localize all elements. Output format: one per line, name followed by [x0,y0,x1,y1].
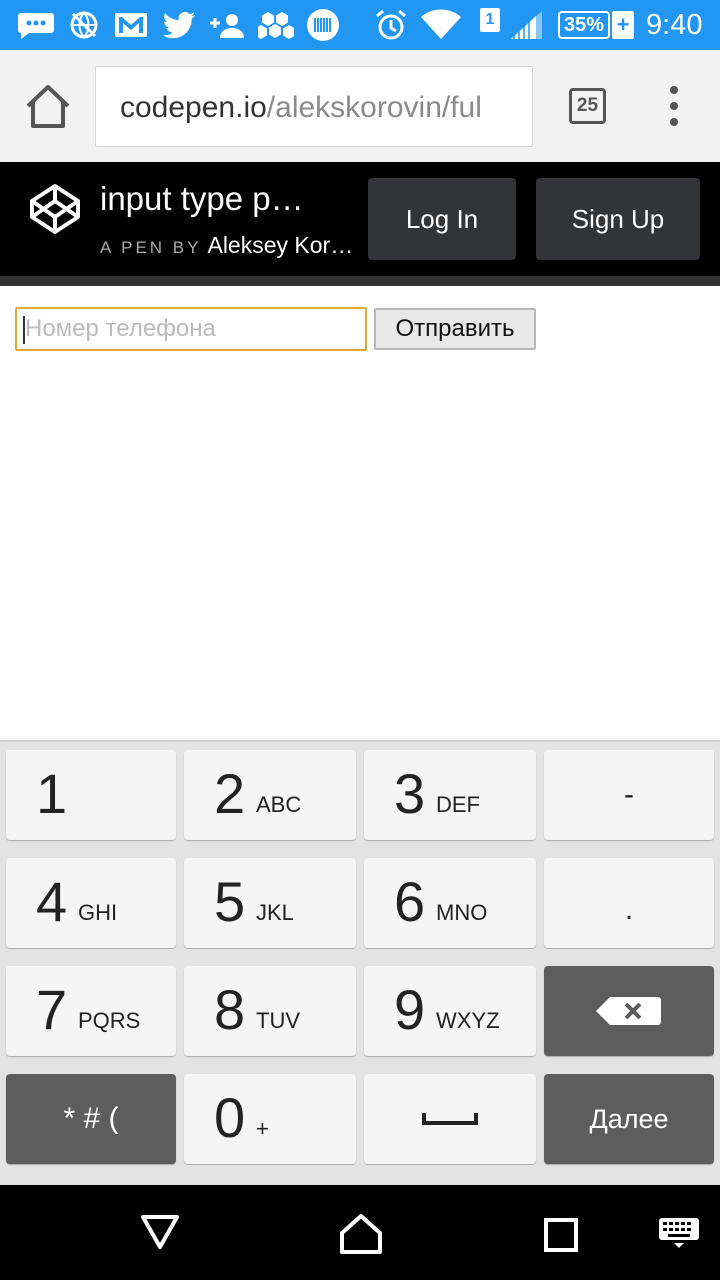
space-icon [364,1074,536,1164]
codepen-logo-icon[interactable] [28,182,82,236]
phone-input[interactable]: Номер телефона [15,307,367,351]
submit-button[interactable]: Отправить [374,308,536,350]
key-digit: 0 [214,1086,246,1149]
numeric-keyboard: 1 2 ABC 3 DEF - 4 GHI 5 JKL 6 MNO . 7 PQ… [0,740,720,1185]
recents-icon [544,1218,578,1252]
pen-by-label: A PEN BY [100,238,202,257]
signal-icon [508,9,544,41]
home-button[interactable] [22,82,74,132]
tab-switcher-button[interactable]: 25 [569,88,606,124]
key-letters: JKL [256,900,294,925]
key-3[interactable]: 3 DEF [364,750,536,840]
navigation-bar [0,1185,720,1280]
backspace-icon [544,966,714,1056]
url-bar[interactable]: codepen.io/alekskorovin/ful [95,66,533,147]
overflow-menu-button[interactable] [664,86,684,126]
key-digit: 4 [36,870,68,933]
key-dash[interactable]: - [544,750,714,840]
space-key[interactable] [364,1074,536,1164]
key-symbol: * # ( [63,1102,119,1135]
key-digit: 8 [214,978,246,1041]
pen-author-link[interactable]: Aleksey Kor… [207,232,353,258]
clock: 9:40 [646,9,703,41]
key-5[interactable]: 5 JKL [184,858,356,948]
wifi-icon [420,9,462,41]
key-letters: + [256,1116,269,1141]
header-divider [0,276,720,286]
add-contact-icon [208,9,246,41]
key-dot[interactable]: . [544,858,714,948]
key-letters: WXYZ [436,1008,500,1033]
url-path: /alekskorovin/ful [266,91,482,124]
twitter-icon [162,9,196,41]
key-digit: 7 [36,978,68,1041]
pen-title: input type p… [100,180,304,217]
key-digit: 3 [394,762,426,825]
key-digit: 2 [214,762,246,825]
keyboard-switch-button[interactable] [658,1217,700,1254]
key-digit: 5 [214,870,246,933]
key-digit: 6 [394,870,426,933]
key-2[interactable]: 2 ABC [184,750,356,840]
home-nav-icon [340,1214,382,1254]
next-key[interactable]: Далее [544,1074,714,1164]
key-9[interactable]: 9 WXYZ [364,966,536,1056]
alarm-icon [374,9,408,41]
pen-byline: A PEN BY Aleksey Kor… [100,232,353,259]
battery-indicator: 35% [558,11,610,39]
browser-toolbar: codepen.io/alekskorovin/ful 25 [0,50,720,162]
home-icon [26,85,70,128]
recents-button[interactable] [543,1217,579,1258]
signup-button[interactable]: Sign Up [536,178,700,260]
codepen-header: input type p… A PEN BY Aleksey Kor… Log I… [0,162,720,276]
key-letters: GHI [78,900,118,925]
back-button[interactable] [140,1213,180,1256]
next-key-label: Далее [589,1103,669,1134]
key-6[interactable]: 6 MNO [364,858,536,948]
key-1[interactable]: 1 [6,750,176,840]
gmail-icon [114,9,148,41]
barcode-app-icon [306,9,340,41]
phone-input-placeholder: Номер телефона [25,315,216,342]
key-letters: MNO [436,900,488,925]
sim-indicator: 1 [480,8,500,32]
key-symbol: - [624,778,634,811]
key-letters: TUV [256,1008,300,1033]
menu-dot-icon [670,102,678,110]
key-symbol: . [624,893,634,926]
keyboard-icon [659,1218,699,1248]
status-bar: 1 35% + 9:40 [0,0,720,50]
symbols-key[interactable]: * # ( [6,1074,176,1164]
home-nav-button[interactable] [338,1213,384,1260]
key-letters: PQRS [78,1008,141,1033]
key-digit: 9 [394,978,426,1041]
backspace-key[interactable] [544,966,714,1056]
key-7[interactable]: 7 PQRS [6,966,176,1056]
key-0[interactable]: 0 + [184,1074,356,1164]
back-triangle-icon [141,1215,179,1249]
key-letters: DEF [436,792,480,817]
hexagons-icon [258,9,294,41]
charging-icon: + [612,11,634,39]
messaging-icon [18,9,54,41]
menu-dot-icon [670,118,678,126]
key-8[interactable]: 8 TUV [184,966,356,1056]
key-letters: ABC [256,792,302,817]
key-digit: 1 [36,762,68,825]
menu-dot-icon [670,86,678,94]
login-button[interactable]: Log In [368,178,516,260]
url-host: codepen.io [120,91,267,124]
globe-off-icon [68,9,100,41]
key-4[interactable]: 4 GHI [6,858,176,948]
